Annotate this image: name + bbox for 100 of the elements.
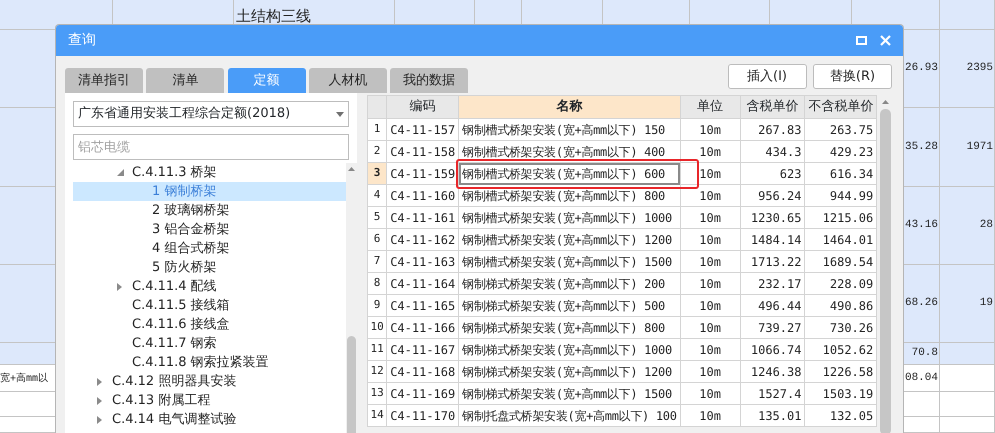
row-number[interactable]: 7 (368, 250, 387, 272)
scrollbar-thumb[interactable] (347, 336, 356, 433)
tab[interactable]: 清单 (146, 68, 224, 93)
expanded-triangle-icon[interactable] (117, 169, 124, 176)
tree-item-label: C.4.11.4 配线 (132, 278, 217, 296)
row-number[interactable]: 2 (368, 140, 387, 162)
tree-item[interactable]: 4 组合式桥架 (73, 239, 346, 258)
table-cell: 944.99 (804, 184, 877, 206)
row-number[interactable]: 5 (368, 206, 387, 228)
table-cell: 钢制槽式桥架安装(宽+高mm以下) 150 (458, 118, 680, 140)
table-cell: 10m (680, 272, 740, 294)
tab[interactable]: 清单指引 (65, 68, 143, 93)
table-cell: 956.24 (740, 184, 805, 206)
table-cell: 10m (680, 404, 740, 426)
scroll-up-icon[interactable] (882, 100, 890, 104)
table-cell: 1503.19 (804, 382, 877, 404)
table-cell: 钢制梯式桥架安装(宽+高mm以下) 1500 (458, 382, 680, 404)
table-cell: 730.26 (804, 316, 877, 338)
table-cell: 10m (680, 316, 740, 338)
table-cell: 739.27 (740, 316, 805, 338)
row-number[interactable]: 10 (368, 316, 387, 338)
tree-scrollbar[interactable] (346, 163, 357, 433)
table-cell: C4-11-168 (386, 360, 459, 382)
tree-item-label: C.4.12 照明器具安装 (112, 372, 236, 391)
table-cell: 钢制槽式桥架安装(宽+高mm以下) 1000 (458, 206, 680, 228)
table-cell: 228.09 (804, 272, 877, 294)
search-field[interactable]: 铝芯电缆 (73, 134, 349, 160)
table-cell: 1527.4 (740, 382, 805, 404)
scrollbar-thumb[interactable] (880, 109, 891, 433)
tree-item-label: 3 铝合金桥架 (152, 220, 230, 239)
table-cell: 1464.01 (804, 228, 877, 250)
tree-item[interactable]: C.4.11.6 接线盒 (73, 315, 346, 334)
table-cell: 10m (680, 162, 740, 184)
row-number[interactable]: 13 (368, 382, 387, 404)
tree-item[interactable]: C.4.14 电气调整试验 (73, 410, 346, 429)
tree-item-label: 2 玻璃钢桥架 (152, 202, 230, 220)
table-cell: C4-11-166 (386, 316, 459, 338)
table-cell: 钢制梯式桥架安装(宽+高mm以下) 200 (458, 272, 680, 294)
row-number[interactable]: 14 (368, 404, 387, 426)
table-cell: 1052.62 (804, 338, 877, 360)
column-header[interactable]: 编码 (386, 96, 459, 118)
table-cell: 1215.06 (804, 206, 877, 228)
tree-item[interactable]: C.4.11.5 接线箱 (73, 296, 346, 315)
row-number[interactable]: 12 (368, 360, 387, 382)
tree-item[interactable]: C.4.13 附属工程 (73, 391, 346, 410)
row-number[interactable]: 6 (368, 228, 387, 250)
table-cell: 钢制梯式桥架安装(宽+高mm以下) 1200 (458, 360, 680, 382)
collapsed-triangle-icon[interactable] (97, 378, 102, 386)
tree-item[interactable]: 2 玻璃钢桥架 (73, 201, 346, 220)
row-number[interactable]: 8 (368, 272, 387, 294)
table-cell: 钢制梯式桥架安装(宽+高mm以下) 800 (458, 316, 680, 338)
tree-item[interactable]: C.4.11.3 桥架 (73, 163, 346, 182)
collapsed-triangle-icon[interactable] (117, 282, 122, 290)
table-cell: 钢制梯式桥架安装(宽+高mm以下) 500 (458, 294, 680, 316)
tree-item[interactable]: C.4.11.4 配线 (73, 277, 346, 296)
table-cell: 267.83 (740, 118, 805, 140)
table-cell: 钢制梯式桥架安装(宽+高mm以下) 1000 (458, 338, 680, 360)
table-cell: 10m (680, 184, 740, 206)
column-header[interactable]: 含税单价 (740, 96, 805, 118)
collapsed-triangle-icon[interactable] (97, 396, 102, 404)
sheet-cell: 19 (940, 265, 995, 343)
table-cell: C4-11-160 (386, 184, 459, 206)
row-number[interactable]: 11 (368, 338, 387, 360)
table-cell: 1226.58 (804, 360, 877, 382)
tree-item[interactable]: C.4.11.7 钢索 (73, 334, 346, 353)
table-cell: 263.75 (804, 118, 877, 140)
table-cell: 钢制槽式桥架安装(宽+高mm以下) 1200 (458, 228, 680, 250)
tab[interactable]: 我的数据 (390, 68, 468, 93)
table-cell: C4-11-161 (386, 206, 459, 228)
row-number[interactable]: 9 (368, 294, 387, 316)
action-button[interactable]: 插入(I) (728, 64, 806, 89)
row-number[interactable]: 3 (368, 162, 387, 184)
table-cell: C4-11-167 (386, 338, 459, 360)
table-cell: 1689.54 (804, 250, 877, 272)
table-cell: C4-11-159 (386, 162, 459, 184)
table-cell: C4-11-163 (386, 250, 459, 272)
close-icon[interactable] (880, 35, 891, 46)
library-dropdown[interactable]: 广东省通用安装工程综合定额(2018) (73, 101, 349, 127)
tree-item[interactable]: 5 防火桥架 (73, 258, 346, 277)
tab[interactable]: 人材机 (308, 68, 387, 93)
column-header[interactable]: 不含税单价 (804, 96, 877, 118)
column-header[interactable]: 单位 (680, 96, 740, 118)
table-cell: 132.05 (804, 404, 877, 426)
maximize-icon[interactable] (856, 36, 867, 45)
row-number[interactable]: 1 (368, 118, 387, 140)
tree-item[interactable]: 3 铝合金桥架 (73, 220, 346, 239)
row-number[interactable]: 4 (368, 184, 387, 206)
action-button[interactable]: 替换(R) (813, 64, 892, 89)
table-cell: 10m (680, 360, 740, 382)
tree-item-label: C.4.11.3 桥架 (132, 164, 217, 182)
scroll-up-icon[interactable] (348, 167, 355, 171)
column-header[interactable]: 名称 (458, 96, 680, 118)
collapsed-triangle-icon[interactable] (97, 416, 102, 424)
table-cell: C4-11-157 (386, 118, 459, 140)
tree-item-label: C.4.14 电气调整试验 (112, 410, 236, 429)
dialog-title: 查询 (68, 31, 96, 50)
tree-item-label: C.4.11.7 钢索 (132, 334, 217, 353)
table-cell: 10m (680, 206, 740, 228)
table-cell: C4-11-170 (386, 404, 459, 426)
sheet-cell: 1971 (940, 108, 995, 187)
